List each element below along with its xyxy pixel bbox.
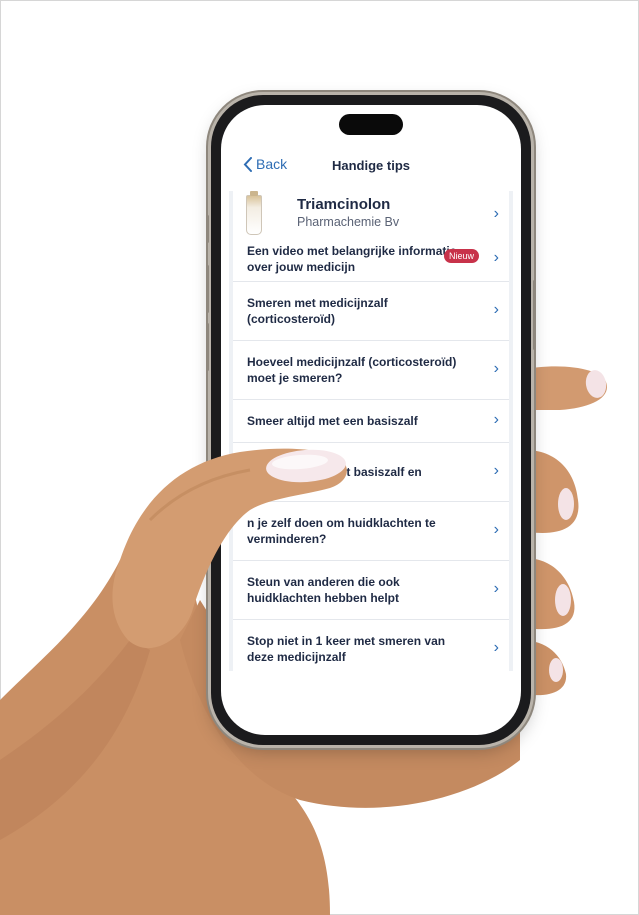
product-header[interactable]: Triamcinolon Pharmachemie Bv › xyxy=(233,191,509,237)
volume-up-button xyxy=(206,265,209,313)
tips-list: Triamcinolon Pharmachemie Bv › Een video… xyxy=(233,191,509,678)
dynamic-island xyxy=(339,114,403,135)
action-button xyxy=(206,215,209,243)
list-item[interactable]: Hoeveel medicijnzalf (corticosteroïd) mo… xyxy=(233,341,509,400)
chevron-right-icon: › xyxy=(493,360,499,377)
list-item[interactable]: Smeren met medicijnzalf (corticosteroïd)… xyxy=(233,282,509,341)
product-manufacturer: Pharmachemie Bv xyxy=(297,215,400,229)
chevron-right-icon: › xyxy=(493,301,499,318)
tip-label: Hoeveel medicijnzalf (corticosteroïd) mo… xyxy=(247,355,457,385)
tip-label: Smeren met medicijnzalf (corticosteroïd) xyxy=(247,296,388,326)
list-item[interactable]: Stop niet in 1 keer met smeren van deze … xyxy=(233,620,509,678)
tip-label: n je zelf doen om huidklachten te vermin… xyxy=(247,516,436,546)
power-button xyxy=(533,280,536,350)
tip-label: Smeer altijd met een basiszalf xyxy=(247,414,418,428)
tip-label: Stop niet in 1 keer met smeren van deze … xyxy=(247,634,446,664)
chevron-right-icon: › xyxy=(493,462,499,479)
chevron-right-icon: › xyxy=(493,639,499,656)
chevron-right-icon: › xyxy=(493,411,499,428)
page-title: Handige tips xyxy=(331,158,410,173)
new-badge: Nieuw xyxy=(443,249,479,263)
phone-device: Back Handige tips Triamcinolon Pharmache… xyxy=(206,95,536,745)
chevron-right-icon: › xyxy=(493,249,499,266)
chevron-right-icon: › xyxy=(493,521,499,538)
tip-label: Steun van anderen die ook huidklachten h… xyxy=(247,575,400,605)
product-name: Triamcinolon xyxy=(297,196,391,213)
volume-down-button xyxy=(206,323,209,371)
chevron-right-icon: › xyxy=(493,580,499,597)
chevron-right-icon: › xyxy=(493,205,499,222)
list-item[interactable]: Een video met belangrijke informatie ove… xyxy=(233,237,509,282)
navigation-bar: Back Handige tips xyxy=(221,150,521,180)
list-item[interactable]: met basiszalf en › xyxy=(233,443,509,502)
list-item[interactable]: n je zelf doen om huidklachten te vermin… xyxy=(233,502,509,561)
tip-label: Een video met belangrijke informatie ove… xyxy=(247,244,457,274)
tip-label: met basiszalf en xyxy=(329,465,422,479)
medicine-tube-image xyxy=(246,191,262,235)
phone-screen: Back Handige tips Triamcinolon Pharmache… xyxy=(221,105,521,735)
list-item[interactable]: Steun van anderen die ook huidklachten h… xyxy=(233,561,509,620)
list-item[interactable]: Smeer altijd met een basiszalf › xyxy=(233,400,509,443)
